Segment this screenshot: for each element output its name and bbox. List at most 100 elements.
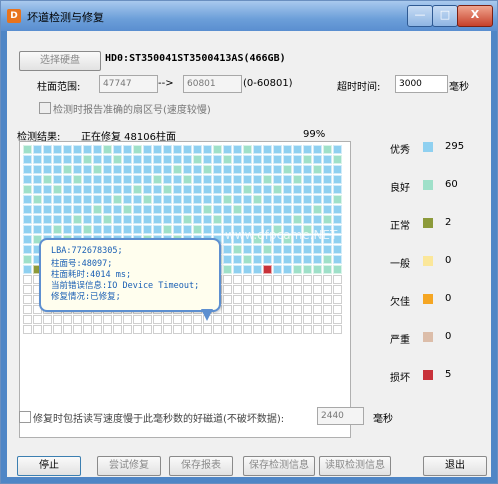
sector-block[interactable] — [83, 195, 92, 204]
sector-block[interactable] — [83, 215, 92, 224]
sector-block[interactable] — [83, 175, 92, 184]
sector-block[interactable] — [93, 195, 102, 204]
sector-block[interactable] — [33, 315, 42, 324]
sector-block[interactable] — [33, 155, 42, 164]
sector-block[interactable] — [293, 175, 302, 184]
sector-block[interactable] — [103, 165, 112, 174]
sector-block[interactable] — [103, 315, 112, 324]
sector-block[interactable] — [63, 155, 72, 164]
sector-block[interactable] — [243, 325, 252, 334]
sector-block[interactable] — [203, 185, 212, 194]
sector-block[interactable] — [23, 215, 32, 224]
sector-block[interactable] — [203, 195, 212, 204]
sector-block[interactable] — [143, 215, 152, 224]
sector-block[interactable] — [323, 315, 332, 324]
sector-block[interactable] — [23, 175, 32, 184]
sector-block[interactable] — [273, 295, 282, 304]
sector-block[interactable] — [123, 185, 132, 194]
sector-block[interactable] — [303, 155, 312, 164]
sector-block[interactable] — [23, 205, 32, 214]
sector-block[interactable] — [163, 225, 172, 234]
sector-block[interactable] — [103, 205, 112, 214]
sector-block[interactable] — [333, 315, 342, 324]
sector-block[interactable] — [163, 205, 172, 214]
sector-block[interactable] — [73, 195, 82, 204]
sector-block[interactable] — [103, 195, 112, 204]
sector-block[interactable] — [153, 145, 162, 154]
sector-block[interactable] — [143, 315, 152, 324]
sector-block[interactable] — [313, 255, 322, 264]
sector-block[interactable] — [43, 145, 52, 154]
sector-block[interactable] — [243, 155, 252, 164]
sector-block[interactable] — [83, 225, 92, 234]
sector-block[interactable] — [113, 175, 122, 184]
sector-block[interactable] — [293, 215, 302, 224]
timeout-input[interactable]: 3000 — [395, 75, 448, 93]
sector-block[interactable] — [253, 295, 262, 304]
sector-block[interactable] — [173, 225, 182, 234]
sector-block[interactable] — [293, 275, 302, 284]
sector-block[interactable] — [53, 165, 62, 174]
sector-block[interactable] — [253, 205, 262, 214]
sector-block[interactable] — [93, 215, 102, 224]
sector-block[interactable] — [203, 215, 212, 224]
sector-block[interactable] — [223, 285, 232, 294]
sector-block[interactable] — [293, 145, 302, 154]
sector-block[interactable] — [323, 175, 332, 184]
sector-block[interactable] — [313, 275, 322, 284]
sector-block[interactable] — [133, 315, 142, 324]
sector-block[interactable] — [323, 275, 332, 284]
sector-block[interactable] — [323, 305, 332, 314]
sector-block[interactable] — [233, 185, 242, 194]
sector-block[interactable] — [293, 325, 302, 334]
sector-block[interactable] — [273, 215, 282, 224]
sector-block[interactable] — [243, 305, 252, 314]
sector-block[interactable] — [253, 175, 262, 184]
sector-block[interactable] — [233, 145, 242, 154]
sector-block[interactable] — [303, 305, 312, 314]
sector-block[interactable] — [223, 185, 232, 194]
sector-block[interactable] — [223, 175, 232, 184]
sector-block[interactable] — [123, 225, 132, 234]
sector-block[interactable] — [123, 325, 132, 334]
sector-block[interactable] — [53, 205, 62, 214]
sector-block[interactable] — [243, 185, 252, 194]
sector-block[interactable] — [223, 325, 232, 334]
sector-block[interactable] — [313, 215, 322, 224]
sector-block[interactable] — [23, 145, 32, 154]
sector-block[interactable] — [193, 155, 202, 164]
sector-block[interactable] — [243, 215, 252, 224]
sector-block[interactable] — [323, 145, 332, 154]
sector-block[interactable] — [23, 325, 32, 334]
sector-block[interactable] — [183, 165, 192, 174]
repair-slow-checkbox[interactable] — [19, 411, 31, 423]
sector-block[interactable] — [273, 305, 282, 314]
sector-block[interactable] — [233, 205, 242, 214]
sector-block[interactable] — [73, 225, 82, 234]
sector-block[interactable] — [323, 195, 332, 204]
sector-block[interactable] — [333, 245, 342, 254]
sector-block[interactable] — [143, 145, 152, 154]
sector-block[interactable] — [303, 245, 312, 254]
sector-block[interactable] — [273, 325, 282, 334]
sector-block[interactable] — [263, 315, 272, 324]
sector-block[interactable] — [193, 225, 202, 234]
sector-block[interactable] — [83, 155, 92, 164]
sector-block[interactable] — [163, 315, 172, 324]
sector-block[interactable] — [243, 295, 252, 304]
sector-block[interactable] — [223, 155, 232, 164]
sector-block[interactable] — [143, 195, 152, 204]
sector-block[interactable] — [193, 165, 202, 174]
sector-block[interactable] — [173, 185, 182, 194]
sector-block[interactable] — [293, 305, 302, 314]
sector-block[interactable] — [303, 325, 312, 334]
sector-block[interactable] — [233, 195, 242, 204]
sector-block[interactable] — [183, 225, 192, 234]
sector-block[interactable] — [163, 325, 172, 334]
sector-block[interactable] — [243, 275, 252, 284]
sector-block[interactable] — [283, 165, 292, 174]
sector-block[interactable] — [103, 155, 112, 164]
save-report-button[interactable]: 保存报表 — [169, 456, 233, 476]
sector-block[interactable] — [233, 245, 242, 254]
sector-block[interactable] — [113, 195, 122, 204]
